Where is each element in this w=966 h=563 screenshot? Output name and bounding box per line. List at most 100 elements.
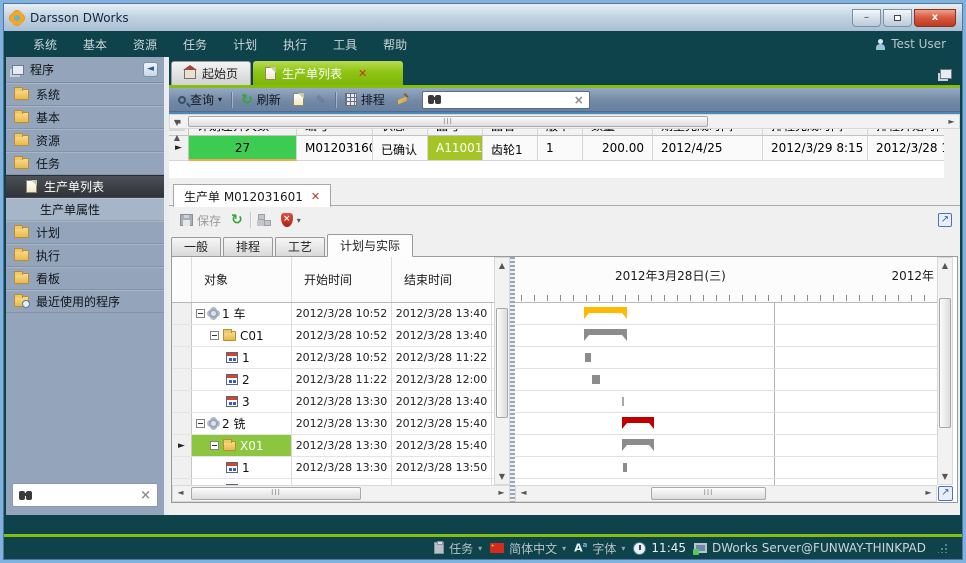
tree-row[interactable]: C01 2012/3/28 10:52 2012/3/28 13:40 [172,325,494,347]
cell-sched-finish[interactable]: 2012/3/29 8:15 [763,136,868,161]
tree-row[interactable]: 2 2012/3/28 11:22 2012/3/28 12:00 [172,369,494,391]
tree-row[interactable]: 1 2012/3/28 13:30 2012/3/28 13:50 [172,457,494,479]
detail-doc-tab[interactable]: 生产单 M012031601 ✕ [173,184,331,207]
tab-production-order-list[interactable]: 生产单列表 ✕ [253,61,403,85]
scrollbar-thumb[interactable] [496,308,508,418]
close-button[interactable]: x [914,9,956,27]
grid-data-row[interactable]: ► 27 M012031601 已确认 A11001 齿轮1 1 200.00 … [169,136,944,161]
cell-expected-finish[interactable]: 2012/4/25 [653,136,763,161]
menu-basic[interactable]: 基本 [70,32,120,57]
menu-system[interactable]: 系统 [20,32,70,57]
scroll-down-icon[interactable]: ▼ [170,115,184,130]
gantt-bar-summary[interactable] [622,417,654,429]
scroll-up-icon[interactable]: ▲ [495,258,509,273]
gantt-vertical-scrollbar[interactable]: ▲ ▼ [937,257,953,485]
collapse-box-icon[interactable] [210,441,219,450]
toolbar-search-clear-icon[interactable]: × [574,93,584,107]
cell-status[interactable]: 已确认 [373,136,428,161]
sidebar-item-resource[interactable]: 资源 [6,129,164,152]
restore-button[interactable] [883,9,912,27]
tree-row[interactable]: 1 车 2012/3/28 10:52 2012/3/28 13:40 [172,303,494,325]
open-external-icon[interactable]: ↗ [938,213,952,227]
grid-horizontal-scrollbar[interactable]: ◄ ► [169,114,960,129]
scroll-left-icon[interactable]: ◄ [173,486,188,501]
validate-button[interactable]: × ▾ [278,211,304,229]
new-button[interactable] [290,91,307,108]
gantt-bar-task[interactable] [592,375,600,384]
status-font-menu[interactable]: Aa 字体 ▾ [574,540,625,557]
gantt-expand-icon[interactable]: ↗ [938,486,953,501]
gantt-row[interactable] [515,369,937,391]
cell-code[interactable]: M012031601 [297,136,373,161]
menu-resource[interactable]: 资源 [120,32,170,57]
gantt-horizontal-scrollbar[interactable]: ◄ ► [515,485,937,502]
cell-sched-start[interactable]: 2012/3/28 10:52 [868,136,944,161]
tree-row[interactable]: 2 铣 2012/3/28 13:30 2012/3/28 15:40 [172,413,494,435]
detail-tab-close-icon[interactable]: ✕ [311,190,320,203]
scroll-up-icon[interactable]: ▲ [938,258,952,273]
tree-row[interactable]: 3 2012/3/28 13:30 2012/3/28 13:40 [172,391,494,413]
toolbar-search-box[interactable]: × [422,91,590,109]
status-language-menu[interactable]: 简体中文 ▾ [490,540,566,557]
tab-close-icon[interactable]: ✕ [358,67,367,80]
save-button[interactable]: 保存 [177,210,224,231]
gantt-row[interactable] [515,457,937,479]
sidebar-item-system[interactable]: 系统 [6,83,164,106]
subtab-plan-vs-actual[interactable]: 计划与实际 [327,234,413,257]
sidebar-item-execute[interactable]: 执行 [6,244,164,267]
edit-button[interactable]: ✎ [313,91,329,109]
gantt-row[interactable] [515,413,937,435]
gantt-row[interactable] [515,435,937,457]
gantt-bar-summary[interactable] [622,439,654,451]
sidebar-collapse-button[interactable]: ◄ [143,62,158,77]
gantt-bar-task[interactable] [585,353,591,362]
scroll-down-icon[interactable]: ▼ [938,469,952,484]
tree-col-object[interactable]: 对象 [192,257,292,302]
scrollbar-thumb[interactable] [651,487,766,500]
sidebar-item-production-order-list[interactable]: 生产单列表 [6,175,164,198]
gantt-row[interactable] [515,347,937,369]
sidebar-search-clear-icon[interactable]: × [140,488,151,503]
gantt-row[interactable] [515,303,937,325]
flow-icon[interactable] [258,214,271,226]
tree-col-end[interactable]: 结束时间 [392,257,492,302]
tree-row[interactable]: 1 2012/3/28 10:52 2012/3/28 11:22 [172,347,494,369]
menu-plan[interactable]: 计划 [220,32,270,57]
gantt-bar-summary[interactable] [584,329,627,341]
menu-execute[interactable]: 执行 [270,32,320,57]
scroll-right-icon[interactable]: ► [494,486,509,501]
cell-item-name[interactable]: 齿轮1 [483,136,538,161]
clean-button[interactable] [394,91,414,109]
window-list-icon[interactable] [940,69,952,79]
schedule-button[interactable]: 排程 [342,89,388,110]
collapse-box-icon[interactable] [196,419,205,428]
subtab-process[interactable]: 工艺 [275,237,325,257]
minimize-button[interactable]: – [852,9,881,27]
sidebar-search-box[interactable]: × [12,483,158,507]
tree-col-start[interactable]: 开始时间 [292,257,392,302]
resize-grip[interactable] [938,543,948,553]
menu-tools[interactable]: 工具 [320,32,370,57]
tree-horizontal-scrollbar[interactable]: ◄ ► [172,485,510,502]
scroll-right-icon[interactable]: ► [944,115,959,128]
collapse-box-icon[interactable] [210,331,219,340]
grid-vertical-scrollbar[interactable]: ▲ ▼ [169,129,185,131]
cell-diff-days[interactable]: 27 [189,136,297,161]
cell-item-no[interactable]: A11001 [428,136,483,161]
subtab-schedule[interactable]: 排程 [223,237,273,257]
gantt-row[interactable] [515,325,937,347]
cell-version[interactable]: 1 [538,136,583,161]
scroll-down-icon[interactable]: ▼ [495,469,509,484]
sidebar-item-plan[interactable]: 计划 [6,221,164,244]
sidebar-item-board[interactable]: 看板 [6,267,164,290]
menu-help[interactable]: 帮助 [370,32,420,57]
subtab-general[interactable]: 一般 [171,237,221,257]
sidebar-item-recent-programs[interactable]: 最近使用的程序 [6,290,164,313]
scroll-up-icon[interactable]: ▲ [170,130,184,145]
scroll-right-icon[interactable]: ► [921,486,936,501]
status-task-menu[interactable]: 任务 ▾ [434,540,482,557]
tab-home[interactable]: 起始页 [171,61,251,85]
tree-vertical-scrollbar[interactable]: ▲ ▼ [494,257,510,485]
gantt-bar-task[interactable] [622,397,624,406]
refresh-button[interactable]: ↻ 刷新 [238,89,284,110]
